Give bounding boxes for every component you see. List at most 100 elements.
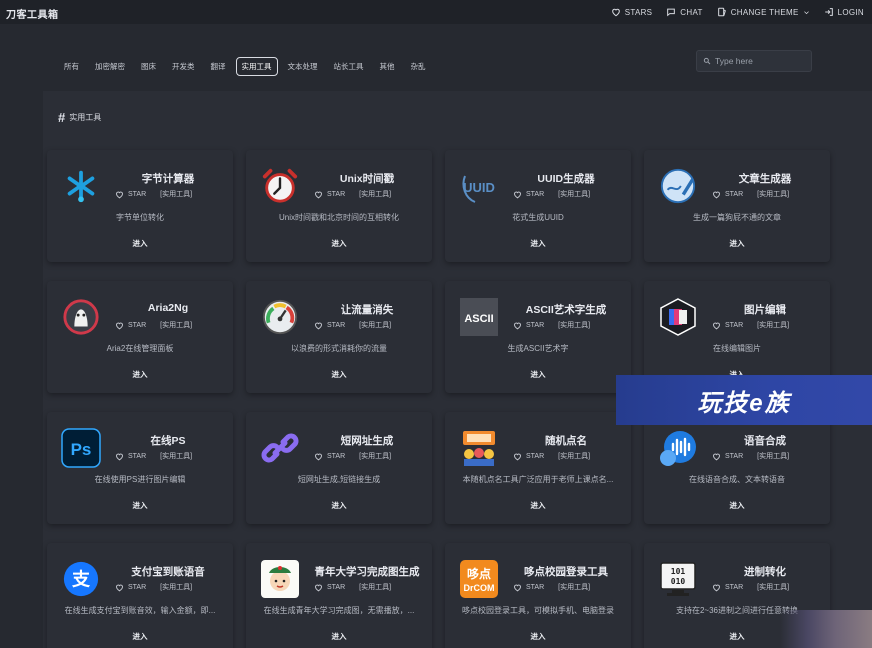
heart-icon[interactable] [712,452,721,461]
nav-change-theme[interactable]: CHANGE THEME [717,7,810,17]
heart-icon[interactable] [314,583,323,592]
star-label[interactable]: STAR [725,453,743,460]
enter-button[interactable]: 进入 [644,238,830,249]
heart-icon[interactable] [314,452,323,461]
enter-button[interactable]: 进入 [246,631,432,642]
star-label[interactable]: STAR [128,584,146,591]
heart-icon[interactable] [513,321,522,330]
tab-webmaster[interactable]: 站长工具 [328,57,370,76]
tool-card[interactable]: 短网址生成 STAR [实用工具] 短网址生成,短链接生成 进入 [246,412,432,524]
svg-text:DrCOM: DrCOM [464,583,495,593]
heart-icon[interactable] [712,583,721,592]
tool-card[interactable]: Aria2Ng STAR [实用工具] Aria2在线管理面板 进入 [47,281,233,393]
brand-title[interactable]: 刀客工具箱 [6,6,59,21]
tab-translate[interactable]: 翻译 [205,57,232,76]
nav-stars[interactable]: STARS [611,7,653,17]
tab-misc[interactable]: 杂乱 [405,57,432,76]
tool-card[interactable]: Ps 在线PS STAR [实用工具] 在线使用PS进行图片编辑 进入 [47,412,233,524]
star-label[interactable]: STAR [128,453,146,460]
tab-all[interactable]: 所有 [58,57,85,76]
alipay-icon: 支 [61,559,101,599]
heart-icon[interactable] [712,190,721,199]
heart-icon[interactable] [314,190,323,199]
svg-text:010: 010 [671,577,686,586]
tool-card[interactable]: ASCII ASCII艺术字生成 STAR [实用工具] 生成ASCII艺术字 … [445,281,631,393]
heart-icon[interactable] [115,190,124,199]
heart-icon[interactable] [513,583,522,592]
section-title: 实用工具 [69,113,102,122]
star-label[interactable]: STAR [128,322,146,329]
speedometer-icon [260,297,300,337]
heart-icon[interactable] [513,190,522,199]
tab-text[interactable]: 文本处理 [282,57,324,76]
tool-card[interactable]: Unix时间戳 STAR [实用工具] Unix时间戳和北京时间的互相转化 进入 [246,150,432,262]
tool-card[interactable]: 支 支付宝到账语音 STAR [实用工具] 在线生成支付宝到账音效，输入金额，即… [47,543,233,648]
card-desc: 在线编辑图片 [713,344,761,353]
star-label[interactable]: STAR [725,322,743,329]
enter-button[interactable]: 进入 [246,500,432,511]
heart-icon[interactable] [712,321,721,330]
star-label[interactable]: STAR [327,453,345,460]
enter-button[interactable]: 进入 [246,369,432,380]
card-title: 进制转化 [744,566,786,578]
tool-card[interactable]: 哆点 DrCOM 哆点校园登录工具 STAR [实用工具] 哆点校园登录工具，可模… [445,543,631,648]
star-label[interactable]: STAR [725,584,743,591]
svg-text:101: 101 [671,567,686,576]
tab-other[interactable]: 其他 [374,57,401,76]
hash-icon: # [58,110,66,125]
card-title: 随机点名 [545,435,587,447]
enter-button[interactable]: 进入 [47,238,233,249]
tool-card[interactable]: 文章生成器 STAR [实用工具] 生成一篇狗屁不通的文章 进入 [644,150,830,262]
enter-button[interactable]: 进入 [47,631,233,642]
image-editor-icon [658,297,698,337]
enter-button[interactable]: 进入 [644,500,830,511]
category-label: [实用工具] [359,191,392,198]
tab-utilities[interactable]: 实用工具 [235,57,278,76]
tab-dev[interactable]: 开发类 [166,57,201,76]
enter-button[interactable]: 进入 [445,369,631,380]
writing-icon [658,166,698,206]
tab-crypto[interactable]: 加密解密 [89,57,131,76]
star-label[interactable]: STAR [327,584,345,591]
star-label[interactable]: STAR [327,322,345,329]
heart-icon[interactable] [115,583,124,592]
star-label[interactable]: STAR [327,191,345,198]
card-meta: STAR [实用工具] [115,582,192,592]
card-title: Aria2Ng [147,302,189,314]
heart-icon [611,8,620,17]
card-desc: 以浪费的形式消耗你的流量 [291,344,387,353]
tab-image-host[interactable]: 图床 [135,57,162,76]
star-label[interactable]: STAR [526,584,544,591]
random-name-icon [459,428,499,468]
heart-icon[interactable] [513,452,522,461]
tool-card[interactable]: 随机点名 STAR [实用工具] 本随机点名工具广泛应用于老师上课点名... 进… [445,412,631,524]
enter-button[interactable]: 进入 [445,238,631,249]
nav-chat[interactable]: CHAT [666,7,702,17]
enter-button[interactable]: 进入 [47,500,233,511]
heart-icon[interactable] [314,321,323,330]
heart-icon[interactable] [115,452,124,461]
watermark-text: 玩技e族 [697,389,791,417]
enter-button[interactable]: 进入 [47,369,233,380]
tool-card[interactable]: 青年大学习完成图生成 STAR [实用工具] 在线生成青年大学习完成图，无需播放… [246,543,432,648]
search-input[interactable] [715,56,811,66]
enter-button[interactable]: 进入 [445,500,631,511]
tool-card[interactable]: 字节计算器 STAR [实用工具] 字节单位转化 进入 [47,150,233,262]
star-label[interactable]: STAR [725,191,743,198]
category-label: [实用工具] [757,322,790,329]
star-label[interactable]: STAR [526,322,544,329]
tool-card[interactable]: 让流量消失 STAR [实用工具] 以浪费的形式消耗你的流量 进入 [246,281,432,393]
star-label[interactable]: STAR [526,453,544,460]
category-label: [实用工具] [558,191,591,198]
binary-icon: 101 010 [658,559,698,599]
card-desc: 本随机点名工具广泛应用于老师上课点名... [462,475,614,484]
heart-icon[interactable] [115,321,124,330]
nav-login[interactable]: LOGIN [824,7,864,17]
chevron-down-icon [803,10,809,14]
star-label[interactable]: STAR [128,191,146,198]
enter-button[interactable]: 进入 [246,238,432,249]
enter-button[interactable]: 进入 [445,631,631,642]
star-label[interactable]: STAR [526,191,544,198]
tool-card[interactable]: UUID UUID生成器 STAR [实用工具] 花式生成UUID 进入 [445,150,631,262]
tool-card[interactable]: 语音合成 STAR [实用工具] 在线语音合成、文本转语音 进入 [644,412,830,524]
